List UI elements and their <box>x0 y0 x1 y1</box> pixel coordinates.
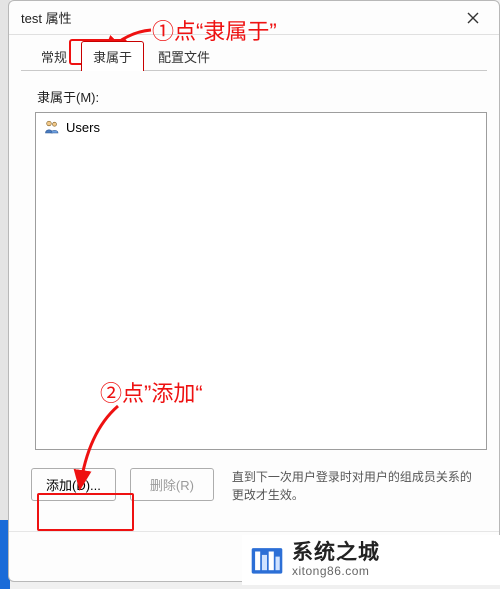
properties-dialog: test 属性 常规 隶属于 配置文件 隶属于(M): Users <box>8 0 500 582</box>
membership-listbox[interactable]: Users <box>35 112 487 450</box>
watermark-logo-icon <box>250 543 284 577</box>
watermark-url: xitong86.com <box>292 565 380 579</box>
memberof-label: 隶属于(M): <box>37 87 477 106</box>
buttons-row: 添加(D)... 删除(R) 直到下一次用户登录时对用户的组成员关系的更改才生效… <box>31 468 477 504</box>
watermark: 系统之城 xitong86.com <box>242 535 500 585</box>
close-icon <box>467 12 479 24</box>
close-button[interactable] <box>451 3 495 33</box>
list-item-label: Users <box>66 120 100 135</box>
dialog-title: test 属性 <box>21 8 451 27</box>
tab-strip: 常规 隶属于 配置文件 <box>9 35 499 71</box>
remove-button: 删除(R) <box>130 468 214 501</box>
memberof-panel: 隶属于(M): Users 添加(D)... 删除(R) 直到下一次用户登录时对… <box>9 71 499 516</box>
membership-note: 直到下一次用户登录时对用户的组成员关系的更改才生效。 <box>232 468 477 504</box>
tab-profile[interactable]: 配置文件 <box>146 41 222 71</box>
watermark-brand: 系统之城 <box>292 541 380 565</box>
list-item[interactable]: Users <box>40 117 482 137</box>
add-button[interactable]: 添加(D)... <box>31 468 116 501</box>
titlebar: test 属性 <box>9 1 499 35</box>
tab-general[interactable]: 常规 <box>29 41 79 71</box>
group-icon <box>44 119 60 135</box>
tab-memberof[interactable]: 隶属于 <box>81 41 144 71</box>
